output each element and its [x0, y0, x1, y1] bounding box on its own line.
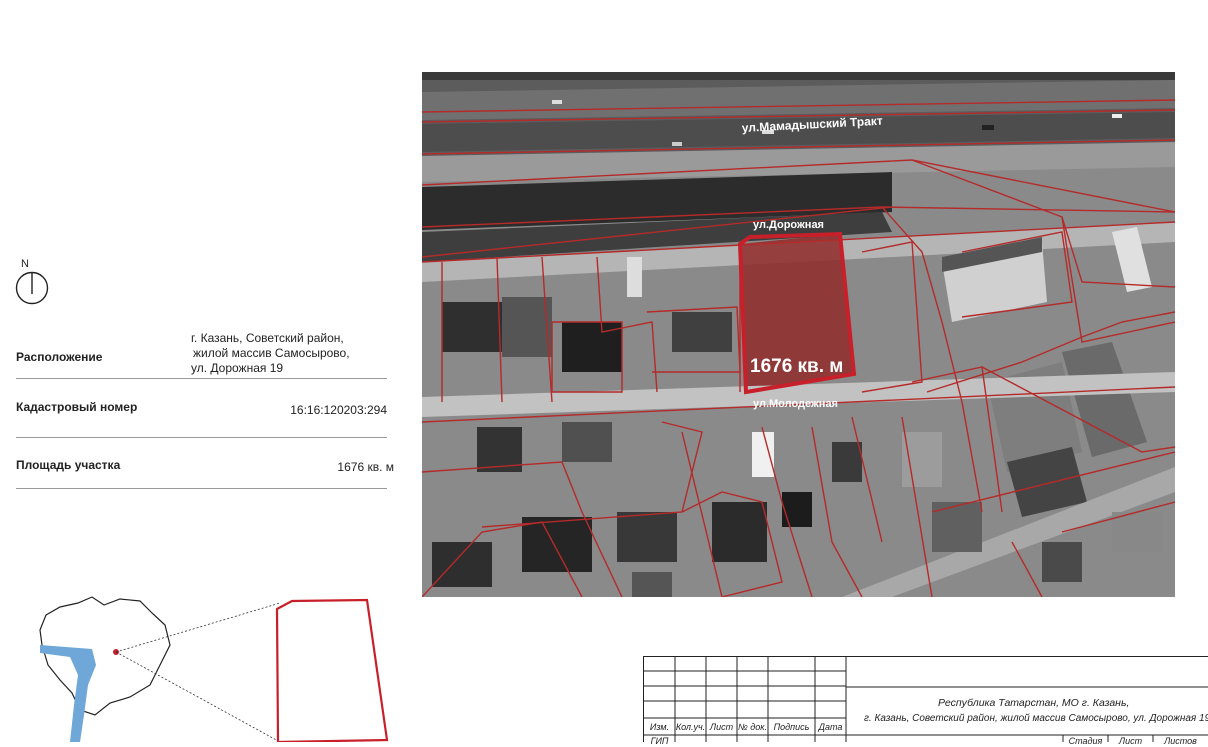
- aerial-map-graphic: ул.Мамадышский Тракт ул.Дорожная ул.Моло…: [422, 72, 1175, 597]
- stamp-header-date: Дата: [818, 722, 843, 732]
- stamp-project-line1: Республика Татарстан, МО г. Казань,: [938, 697, 1130, 709]
- cadastral-label: Кадастровый номер: [16, 400, 138, 414]
- location-value: г. Казань, Советский район, жилой массив…: [191, 331, 387, 376]
- aerial-map: ул.Мамадышский Тракт ул.Дорожная ул.Моло…: [422, 72, 1175, 597]
- stamp-header-doc: № док.: [738, 722, 767, 732]
- street-label-molodezhnaya: ул.Молодежная: [753, 398, 838, 410]
- north-arrow: N: [14, 258, 54, 306]
- plot-area-label: 1676 кв. м: [750, 356, 843, 377]
- city-outline-map: [39, 596, 389, 744]
- kazan-city-outline: [39, 596, 171, 716]
- stamp-header-izm: Изм.: [649, 722, 670, 732]
- stamp-gip: ГИП: [650, 736, 669, 746]
- cadastral-row: Кадастровый номер 16:16:120203:294: [16, 390, 387, 438]
- area-label: Площадь участка: [16, 458, 121, 472]
- stamp-sheets: Листов: [1164, 736, 1197, 746]
- north-letter: N: [21, 258, 29, 270]
- inset-map: [0, 585, 400, 744]
- plot-outline-detail: [275, 598, 389, 744]
- location-label: Расположение: [16, 350, 103, 364]
- area-value: 1676 кв. м: [337, 460, 394, 474]
- stamp-header-koluch: Кол.уч.: [675, 722, 706, 732]
- cadastral-value: 16:16:120203:294: [290, 403, 387, 417]
- location-line: г. Казань, Советский район,: [191, 331, 344, 345]
- location-line: жилой массив Самосырово,: [193, 346, 350, 360]
- stamp-project-line2: г. Казань, Советский район, жилой массив…: [864, 713, 1208, 724]
- stamp-stage: Стадия: [1068, 736, 1103, 746]
- compass-icon: [15, 271, 49, 305]
- stamp-sheet: Лист: [1118, 736, 1143, 746]
- location-row: Расположение г. Казань, Советский район,…: [16, 327, 387, 379]
- street-label-dorozhnaya: ул.Дорожная: [753, 219, 824, 231]
- stamp-header-signature: Подпись: [773, 722, 810, 732]
- location-line: ул. Дорожная 19: [191, 361, 284, 375]
- river-shape: [40, 645, 96, 742]
- stamp-header-list: Лист: [709, 722, 734, 732]
- area-row: Площадь участка 1676 кв. м: [16, 450, 394, 489]
- title-block: Изм. Кол.уч. Лист № док. Подпись Дата ГИ…: [643, 656, 1208, 746]
